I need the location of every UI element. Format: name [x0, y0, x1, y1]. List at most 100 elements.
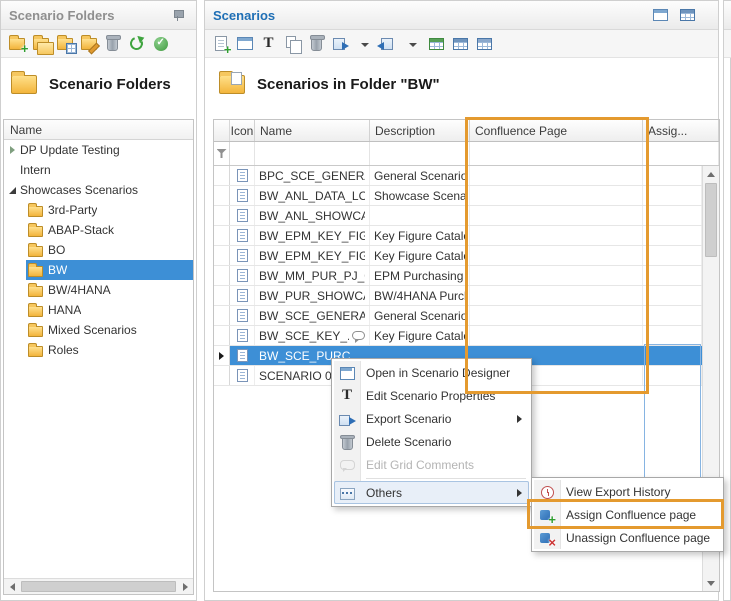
card-view-button[interactable]	[474, 33, 495, 55]
filter-cell[interactable]	[470, 142, 643, 165]
tree-item-body[interactable]: Roles	[26, 340, 193, 360]
views-icon[interactable]	[677, 4, 698, 26]
scrollbar-thumb[interactable]	[21, 581, 176, 592]
column-header[interactable]: Icon	[230, 120, 255, 141]
tree-item[interactable]: Roles	[4, 340, 193, 360]
rename-folder-button[interactable]	[78, 33, 99, 55]
scrollbar-thumb[interactable]	[705, 183, 717, 257]
name-cell[interactable]: BW_MM_PUR_PJ_01	[255, 266, 370, 285]
context-menu-item[interactable]: Open in Scenario Designer	[334, 361, 529, 384]
column-header[interactable]: Assig...	[643, 120, 719, 141]
description-cell[interactable]: BW/4HANA Purcha...	[370, 286, 470, 305]
import-scenario-button[interactable]	[378, 33, 399, 55]
tree-item[interactable]: 3rd-Party	[4, 200, 193, 220]
delete-scenario-button[interactable]	[306, 33, 327, 55]
scroll-down-button[interactable]	[703, 575, 719, 591]
assignment-cell[interactable]	[643, 286, 702, 305]
assignment-cell[interactable]	[643, 326, 702, 345]
context-menu-item[interactable]: Export Scenario	[334, 407, 529, 430]
confluence-page-cell[interactable]	[470, 206, 643, 225]
assignment-cell[interactable]	[643, 226, 702, 245]
add-folder-button[interactable]	[6, 33, 27, 55]
export-dropdown[interactable]	[354, 33, 375, 55]
confluence-page-cell[interactable]	[470, 266, 643, 285]
description-cell[interactable]: General Scenario f...	[370, 306, 470, 325]
horizontal-scrollbar[interactable]	[4, 578, 193, 594]
assignment-cell[interactable]	[643, 166, 702, 185]
scenario-row[interactable]: BW_EPM_KEY_FIG... Key Figure Catalog...	[214, 226, 702, 246]
tree-item[interactable]: BO	[4, 240, 193, 260]
tree-item-body[interactable]: BW/4HANA	[26, 280, 193, 300]
scroll-left-button[interactable]	[4, 579, 20, 594]
scenario-row[interactable]: BW_MM_PUR_PJ_01 EPM Purchasing	[214, 266, 702, 286]
name-cell[interactable]: BW_ANL_SHOWCA...	[255, 206, 370, 225]
context-menu-item[interactable]: Edit Grid Comments	[334, 453, 529, 476]
tree-item[interactable]: HANA	[4, 300, 193, 320]
assignment-cell[interactable]	[643, 246, 702, 265]
scroll-right-button[interactable]	[177, 579, 193, 594]
confluence-page-cell[interactable]	[470, 166, 643, 185]
auto-filter-row[interactable]	[214, 142, 719, 166]
scroll-up-button[interactable]	[703, 166, 719, 182]
validate-button[interactable]	[150, 33, 171, 55]
tree-name-column-header[interactable]: Name	[4, 120, 193, 140]
tree-item-body[interactable]: Showcases Scenarios	[18, 180, 193, 200]
open-designer-button[interactable]	[234, 33, 255, 55]
scenario-row[interactable]: BW_ANL_SHOWCA...	[214, 206, 702, 226]
tree-item[interactable]: ABAP-Stack	[4, 220, 193, 240]
scenario-row[interactable]: BW_SCE_GENERAL... General Scenario f...	[214, 306, 702, 326]
copy-folder-button[interactable]	[30, 33, 51, 55]
tree-item[interactable]: Mixed Scenarios	[4, 320, 193, 340]
filter-cell[interactable]	[370, 142, 470, 165]
tree-item-body[interactable]: ABAP-Stack	[26, 220, 193, 240]
confluence-page-cell[interactable]	[470, 326, 643, 345]
tree-item-body[interactable]: 3rd-Party	[26, 200, 193, 220]
tree-item-body[interactable]: BW	[26, 260, 193, 280]
filter-cell[interactable]	[255, 142, 370, 165]
assignment-cell[interactable]	[643, 186, 702, 205]
tree-expand-icon[interactable]	[6, 160, 18, 180]
layout-icon[interactable]	[650, 4, 671, 26]
tree-expand-icon[interactable]	[6, 180, 18, 200]
grid-view-button[interactable]	[450, 33, 471, 55]
delete-folder-button[interactable]	[102, 33, 123, 55]
tree-item-body[interactable]: DP Update Testing	[18, 140, 193, 160]
confluence-page-cell[interactable]	[470, 226, 643, 245]
submenu-item[interactable]: View Export History	[534, 480, 721, 503]
name-cell[interactable]: BPC_SCE_GENERA...	[255, 166, 370, 185]
filter-cell[interactable]	[230, 142, 255, 165]
confluence-page-cell[interactable]	[470, 246, 643, 265]
confluence-page-cell[interactable]	[470, 186, 643, 205]
description-cell[interactable]: Key Figure Catalog...	[370, 226, 470, 245]
name-cell[interactable]: BW_SCE_GENERAL...	[255, 306, 370, 325]
confluence-page-cell[interactable]	[470, 286, 643, 305]
name-cell[interactable]: BW_EPM_KEY_FIG...	[255, 226, 370, 245]
tree-item-body[interactable]: Mixed Scenarios	[26, 320, 193, 340]
scenario-row[interactable]: BW_SCE_KEY_... Key Figure Catalog...	[214, 326, 702, 346]
tree-item[interactable]: Intern	[4, 160, 193, 180]
context-menu-item[interactable]: Delete Scenario	[334, 430, 529, 453]
tree-item-body[interactable]: BO	[26, 240, 193, 260]
description-cell[interactable]: EPM Purchasing	[370, 266, 470, 285]
column-header[interactable]: Description	[370, 120, 470, 141]
name-cell[interactable]: BW_EPM_KEY_FIG...	[255, 246, 370, 265]
tree-item-body[interactable]: Intern	[18, 160, 193, 180]
assignment-cell[interactable]	[643, 306, 702, 325]
description-cell[interactable]: Key Figure Catalog...	[370, 326, 470, 345]
context-menu-item[interactable]: Edit Scenario Properties	[334, 384, 529, 407]
scenario-row[interactable]: BW_EPM_KEY_FIG... Key Figure Catalog	[214, 246, 702, 266]
export-scenario-button[interactable]	[330, 33, 351, 55]
assignment-cell[interactable]	[643, 366, 702, 385]
tree-item[interactable]: Showcases Scenarios	[4, 180, 193, 200]
scenario-row[interactable]: BW_ANL_DATA_LO... Showcase Scenario...	[214, 186, 702, 206]
filter-cell[interactable]	[643, 142, 719, 165]
tree-item-body[interactable]: HANA	[26, 300, 193, 320]
name-cell[interactable]: BW_SCE_KEY_...	[255, 326, 370, 345]
tree-item[interactable]: BW/4HANA	[4, 280, 193, 300]
tree-expand-icon[interactable]	[6, 140, 18, 160]
tree-item[interactable]: BW	[4, 260, 193, 280]
export-excel-button[interactable]	[426, 33, 447, 55]
column-header[interactable]: Confluence Page	[470, 120, 643, 141]
new-scenario-button[interactable]	[210, 33, 231, 55]
name-cell[interactable]: BW_PUR_SHOWCA...	[255, 286, 370, 305]
